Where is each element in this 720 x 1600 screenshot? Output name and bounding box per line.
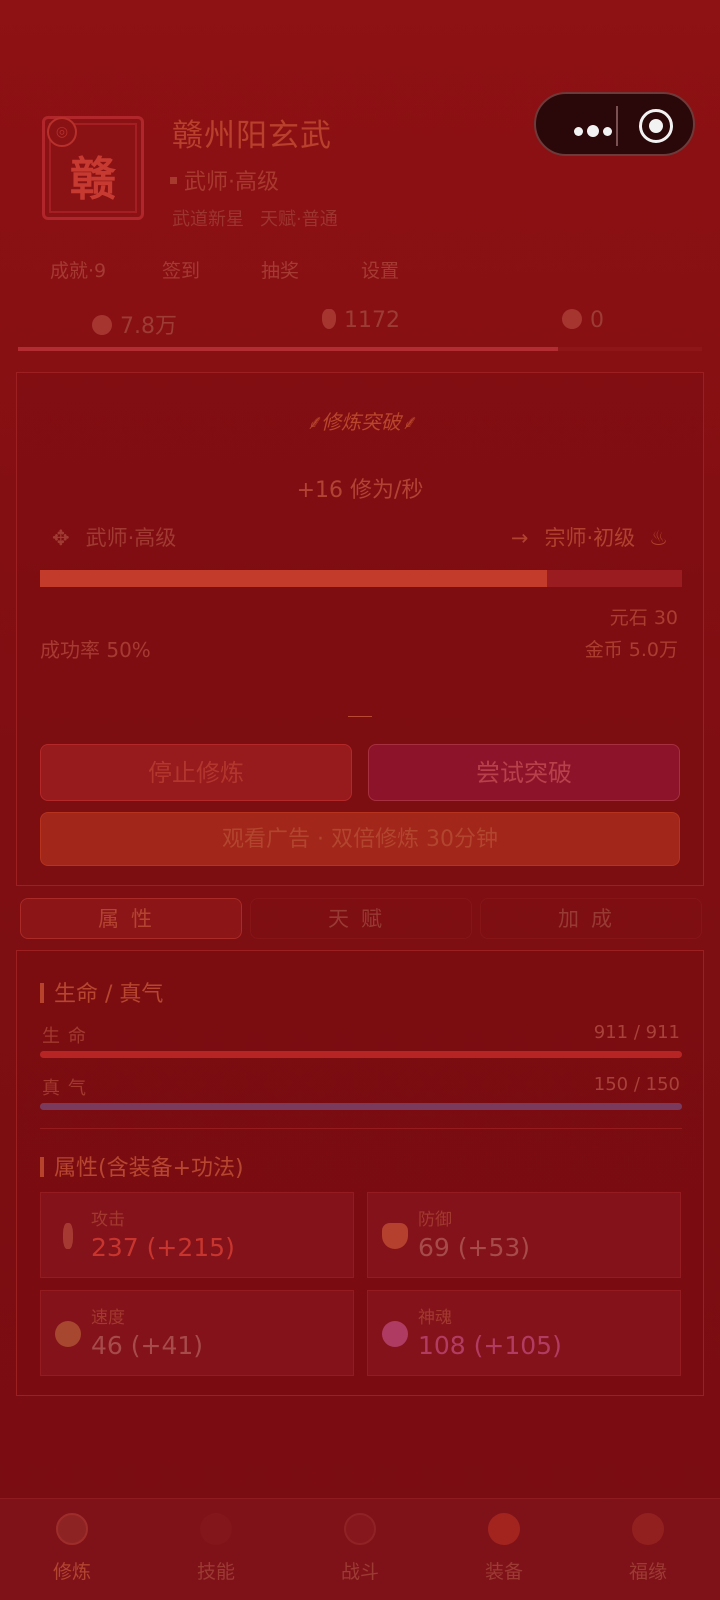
- breakthrough-progress: [40, 570, 682, 587]
- nav-fortune-label: 福缘: [628, 1561, 667, 1583]
- section-divider: [40, 1128, 682, 1129]
- defense-card: 防御 69 (+53): [367, 1192, 681, 1278]
- attack-label: 攻击: [91, 1210, 125, 1230]
- nav-skill[interactable]: 技能: [144, 1499, 288, 1600]
- hp-bar: [40, 1051, 682, 1058]
- next-realm-icon: ♨: [649, 526, 668, 550]
- avatar[interactable]: ◎ 赣: [42, 116, 144, 220]
- hp-label: 生命: [42, 1026, 94, 1047]
- player-name: 赣州阳玄武: [172, 118, 332, 154]
- player-tags: 武道新星 天赋·普通: [172, 205, 338, 231]
- tag-title: 武道新星: [172, 209, 244, 230]
- nav-equipment-label: 装备: [484, 1561, 523, 1583]
- menu-settings[interactable]: 设置: [361, 256, 399, 283]
- cost-stone: 元石 30: [609, 607, 678, 629]
- nav-skill-label: 技能: [196, 1561, 235, 1583]
- stone-value: 1172: [344, 308, 400, 333]
- nav-cultivate[interactable]: 修炼: [0, 1499, 144, 1600]
- gold-coin-icon: [92, 315, 112, 335]
- equipment-icon: [488, 1513, 520, 1545]
- exp-bar-fill: [18, 347, 559, 351]
- soul-value: 108 (+105): [418, 1331, 562, 1360]
- avatar-char: 赣: [70, 152, 116, 206]
- close-target-icon[interactable]: [639, 109, 673, 143]
- speed-card: 速度 46 (+41): [40, 1290, 354, 1376]
- current-realm: ✥ 武师·高级: [52, 522, 176, 552]
- menu-checkin[interactable]: 签到: [162, 256, 200, 283]
- breakthrough-cost: 元石 30 金币 5.0万: [585, 602, 678, 666]
- speed-icon: [55, 1321, 81, 1347]
- defense-label: 防御: [418, 1210, 452, 1230]
- attack-value: 237 (+215): [91, 1233, 235, 1262]
- sword-icon: [63, 1223, 73, 1249]
- mp-value: 150 / 150: [593, 1074, 680, 1095]
- speed-label: 速度: [91, 1308, 125, 1328]
- soul-icon: [382, 1321, 408, 1347]
- rank-dot-icon: [170, 176, 177, 184]
- breakthrough-progress-fill: [40, 570, 548, 587]
- resource-soul: 0: [562, 308, 604, 333]
- cost-gold: 金币 5.0万: [584, 639, 678, 661]
- tab-attributes[interactable]: 属性: [20, 898, 242, 939]
- mp-bar: [40, 1103, 682, 1110]
- watch-ad-button[interactable]: 观看广告 · 双倍修炼 30分钟: [40, 812, 680, 866]
- speed-value: 46 (+41): [91, 1331, 204, 1360]
- next-realm-label: 宗师·初级: [544, 526, 636, 550]
- hp-value: 911 / 911: [593, 1022, 680, 1043]
- attempt-breakthrough-button[interactable]: 尝试突破: [368, 744, 680, 801]
- resource-gold: 7.8万: [92, 308, 177, 340]
- attributes-title: 属性(含装备+功法): [40, 1150, 244, 1182]
- battle-icon: [344, 1513, 376, 1545]
- shield-icon: [382, 1223, 408, 1249]
- stop-cultivation-button[interactable]: 停止修炼: [40, 744, 352, 801]
- mp-bar-fill: [40, 1103, 682, 1110]
- vitals-title: 生命 / 真气: [40, 976, 163, 1008]
- cultivation-title-text: 修炼突破: [321, 410, 401, 434]
- tag-talent: 天赋·普通: [260, 209, 338, 230]
- arrow-right-icon: →: [510, 526, 529, 550]
- soul-orb-icon: [562, 309, 582, 329]
- cultivate-icon: [56, 1513, 88, 1545]
- tab-bonus[interactable]: 加成: [480, 898, 702, 939]
- rank-label: 武师·高级: [184, 170, 279, 195]
- tab-talent[interactable]: 天赋: [250, 898, 472, 939]
- attack-card: 攻击 237 (+215): [40, 1192, 354, 1278]
- cultivation-title: ⸙修炼突破⸙: [306, 410, 416, 434]
- nav-fortune[interactable]: 福缘: [576, 1499, 720, 1600]
- current-realm-icon: ✥: [52, 526, 70, 550]
- more-icon[interactable]: [574, 121, 616, 140]
- gold-value: 7.8万: [120, 314, 177, 339]
- mp-label: 真气: [42, 1078, 94, 1099]
- success-rate: 成功率 50%: [40, 638, 151, 662]
- skill-icon: [200, 1513, 232, 1545]
- hp-bar-fill: [40, 1051, 682, 1058]
- resource-stone: 1172: [322, 308, 400, 333]
- nav-battle[interactable]: 战斗: [288, 1499, 432, 1600]
- nav-battle-label: 战斗: [340, 1561, 379, 1583]
- capsule-divider: [616, 106, 618, 146]
- bottom-nav: 修炼 技能 战斗 装备 福缘: [0, 1498, 720, 1600]
- next-realm: → 宗师·初级 ♨: [511, 522, 668, 552]
- cultivation-rate: +16 修为/秒: [296, 478, 424, 503]
- soul-label: 神魂: [418, 1308, 452, 1328]
- exp-bar: [18, 347, 702, 351]
- nav-cultivate-label: 修炼: [52, 1561, 91, 1583]
- fortune-icon: [632, 1513, 664, 1545]
- defense-value: 69 (+53): [418, 1233, 531, 1262]
- menu-lottery[interactable]: 抽奖: [261, 256, 299, 283]
- panel-divider: [348, 716, 372, 717]
- player-rank: 武师·高级: [170, 164, 279, 196]
- menu-achievement[interactable]: 成就·9: [50, 256, 106, 283]
- soul-value: 0: [590, 308, 604, 333]
- nav-equipment[interactable]: 装备: [432, 1499, 576, 1600]
- mini-program-capsule: [534, 92, 695, 156]
- spirit-stone-icon: [322, 309, 336, 329]
- soul-card: 神魂 108 (+105): [367, 1290, 681, 1376]
- current-realm-label: 武师·高级: [85, 526, 177, 550]
